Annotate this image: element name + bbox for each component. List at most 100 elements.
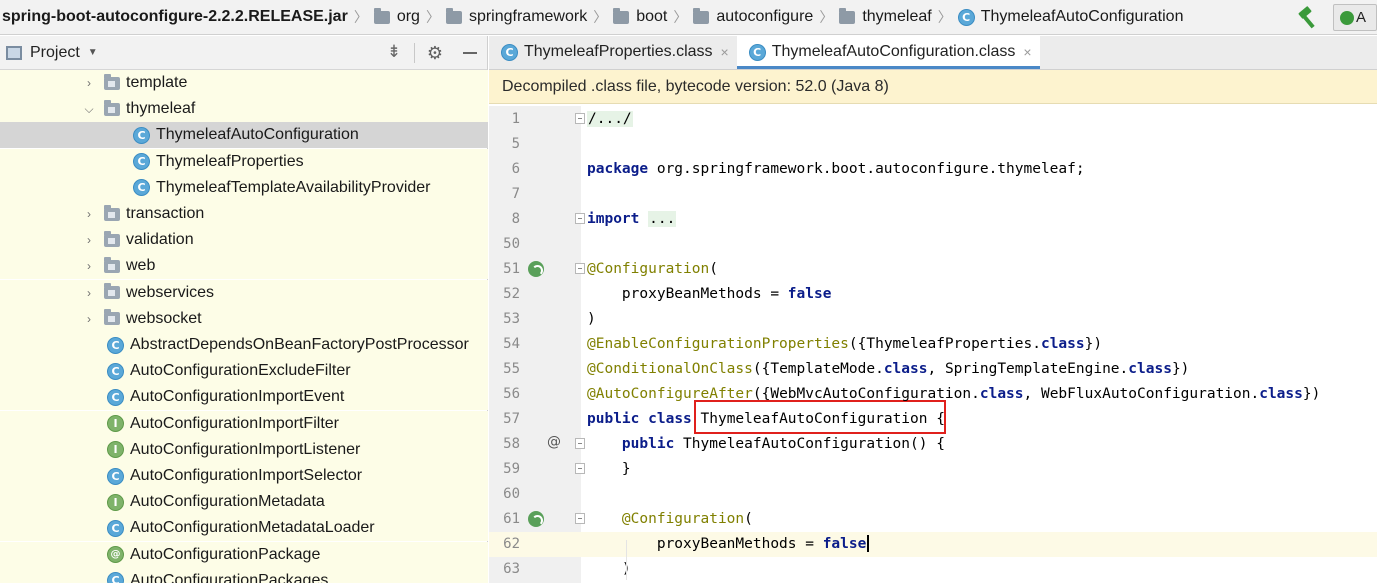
code-token: ThymeleafAutoConfiguration { bbox=[691, 410, 945, 427]
tree-item-label: AutoConfigurationImportFilter bbox=[130, 414, 339, 432]
chevron-down-icon[interactable]: ⌵ bbox=[82, 102, 96, 116]
breadcrumb-separator: 〉 bbox=[593, 9, 608, 25]
chevron-down-icon[interactable]: ▼ bbox=[88, 47, 98, 58]
chevron-right-icon[interactable]: › bbox=[82, 312, 96, 326]
breadcrumb-class[interactable]: C ThymeleafAutoConfiguration bbox=[957, 0, 1183, 35]
line-number: 56 bbox=[503, 385, 520, 402]
tree-item-autoconfigurationmetadata[interactable]: I AutoConfigurationMetadata bbox=[0, 489, 488, 516]
breadcrumb-folder-label: boot bbox=[636, 8, 668, 25]
code-token: proxyBeanMethods = bbox=[587, 285, 788, 302]
tree-item-autoconfigurationpackage[interactable]: @ AutoConfigurationPackage bbox=[0, 541, 488, 568]
tree-item-thymeleaftemplateavailabilityprovider[interactable]: C ThymeleafTemplateAvailabilityProvider bbox=[0, 174, 488, 201]
gear-icon[interactable]: ⚙ bbox=[427, 43, 443, 64]
tree-item-template[interactable]: › template bbox=[0, 70, 488, 96]
tree-item-label: transaction bbox=[126, 205, 205, 222]
tab-thymeleafautoconfiguration-class[interactable]: C ThymeleafAutoConfiguration.class × bbox=[736, 35, 1040, 69]
tree-item-autoconfigurationimportselector[interactable]: C AutoConfigurationImportSelector bbox=[0, 463, 488, 489]
annotation-token: @EnableConfigurationProperties bbox=[587, 335, 849, 352]
tree-item-label: AutoConfigurationExcludeFilter bbox=[130, 362, 351, 380]
line-number: 55 bbox=[503, 360, 520, 377]
run-config-icon bbox=[1340, 10, 1354, 25]
run-configuration-selector[interactable]: A bbox=[1333, 4, 1377, 31]
code-line: 53) bbox=[489, 307, 1377, 332]
class-icon: C bbox=[107, 519, 124, 537]
breadcrumb-separator: 〉 bbox=[353, 9, 368, 25]
code-token: proxyBeanMethods = bbox=[587, 535, 823, 552]
package-folder-icon bbox=[104, 283, 120, 300]
run-config-label: A bbox=[1356, 9, 1367, 26]
fold-marker-icon[interactable] bbox=[575, 212, 585, 224]
package-folder-icon bbox=[104, 73, 120, 90]
tree-item-autoconfigurationmetadataloader[interactable]: C AutoConfigurationMetadataLoader bbox=[0, 515, 488, 542]
code-area[interactable]: 1/.../5 6 package org.springframework.boot… bbox=[489, 106, 1377, 583]
breadcrumb-folder[interactable]: springframework bbox=[445, 0, 587, 35]
tree-item-label: AutoConfigurationPackages bbox=[130, 571, 329, 583]
line-number: 7 bbox=[511, 185, 520, 202]
tree-item-web[interactable]: › web bbox=[0, 253, 488, 280]
chevron-right-icon[interactable]: › bbox=[82, 76, 96, 90]
code-text: import ... bbox=[587, 207, 677, 232]
keyword: import bbox=[587, 210, 640, 227]
breadcrumb-folder[interactable]: boot bbox=[613, 0, 667, 35]
tree-item-thymeleaf[interactable]: ⌵ thymeleaf bbox=[0, 96, 488, 123]
chevron-right-icon[interactable]: › bbox=[82, 207, 96, 221]
tab-thymeleafproperties-class[interactable]: C ThymeleafProperties.class × bbox=[489, 35, 737, 69]
fold-marker-icon[interactable] bbox=[575, 512, 585, 524]
code-text: } bbox=[587, 457, 631, 482]
folder-icon bbox=[839, 7, 856, 24]
override-at-icon[interactable]: @ bbox=[547, 434, 563, 450]
tree-item-websocket[interactable]: › websocket bbox=[0, 305, 488, 332]
chevron-right-icon[interactable]: › bbox=[82, 286, 96, 300]
code-line: 57 public class ThymeleafAutoConfiguratio… bbox=[489, 407, 1377, 432]
folded-region[interactable]: ... bbox=[648, 210, 677, 227]
build-hammer-icon[interactable] bbox=[1297, 7, 1319, 29]
spring-bean-icon[interactable] bbox=[528, 260, 544, 277]
tree-item-transaction[interactable]: › transaction bbox=[0, 201, 488, 227]
collapse-all-icon[interactable] bbox=[386, 42, 402, 62]
close-icon[interactable]: × bbox=[721, 44, 729, 60]
package-folder-icon bbox=[104, 99, 120, 116]
keyword: class bbox=[1259, 385, 1303, 402]
breadcrumb-folder[interactable]: org bbox=[373, 0, 420, 35]
tree-item-webservices[interactable]: › webservices bbox=[0, 279, 488, 306]
tree-item-thymeleafproperties[interactable]: C ThymeleafProperties bbox=[0, 148, 488, 175]
interface-icon: I bbox=[107, 493, 124, 511]
project-view-selector[interactable]: Project bbox=[30, 44, 80, 62]
interface-icon: I bbox=[107, 441, 124, 459]
chevron-right-icon[interactable]: › bbox=[82, 233, 96, 247]
code-text: @ConditionalOnClass({TemplateMode.class,… bbox=[587, 357, 1189, 382]
minimize-icon[interactable] bbox=[463, 52, 477, 54]
chevron-right-icon[interactable]: › bbox=[82, 259, 96, 273]
fold-marker-icon[interactable] bbox=[575, 262, 585, 274]
tree-item-thymeleafautoconfiguration[interactable]: C ThymeleafAutoConfiguration bbox=[0, 122, 488, 149]
fold-marker-icon[interactable] bbox=[575, 112, 585, 124]
fold-marker-icon[interactable] bbox=[575, 462, 585, 474]
tree-item-autoconfigurationexcludefilter[interactable]: C AutoConfigurationExcludeFilter bbox=[0, 358, 488, 385]
class-icon: C bbox=[957, 8, 975, 26]
line-number: 63 bbox=[503, 560, 520, 577]
code-text: ) bbox=[587, 307, 596, 332]
breadcrumb-jar[interactable]: spring-boot-autoconfigure-2.2.2.RELEASE.… bbox=[0, 0, 348, 35]
package-folder-icon bbox=[104, 204, 120, 221]
tree-item-label: websocket bbox=[126, 309, 202, 327]
indent-guide bbox=[626, 540, 627, 580]
folded-region[interactable]: /.../ bbox=[587, 110, 633, 127]
tree-item-autoconfigurationimportfilter[interactable]: I AutoConfigurationImportFilter bbox=[0, 410, 488, 437]
tree-item-autoconfigurationpackages[interactable]: C AutoConfigurationPackages bbox=[0, 567, 488, 583]
tree-item-validation[interactable]: › validation bbox=[0, 227, 488, 254]
breadcrumb-folder[interactable]: thymeleaf bbox=[839, 0, 932, 35]
keyword: public bbox=[621, 435, 675, 452]
keyword: class bbox=[1128, 360, 1172, 377]
fold-marker-icon[interactable] bbox=[575, 437, 585, 449]
close-icon[interactable]: × bbox=[1023, 44, 1031, 60]
breadcrumb-folder[interactable]: autoconfigure bbox=[693, 0, 813, 35]
line-number: 1 bbox=[511, 110, 520, 127]
tree-item-autoconfigurationimportevent[interactable]: C AutoConfigurationImportEvent bbox=[0, 384, 488, 411]
tree-item-autoconfigurationimportlistener[interactable]: I AutoConfigurationImportListener bbox=[0, 436, 488, 463]
tree-item-abstractdependsonbeanfactorypostprocessor[interactable]: C AbstractDependsOnBeanFactoryPostProcess… bbox=[0, 332, 488, 358]
keyword: class bbox=[979, 385, 1024, 402]
line-number: 8 bbox=[511, 210, 520, 227]
package-folder-icon bbox=[104, 309, 120, 326]
code-text: /.../ bbox=[587, 107, 633, 132]
spring-bean-icon[interactable] bbox=[528, 510, 544, 527]
